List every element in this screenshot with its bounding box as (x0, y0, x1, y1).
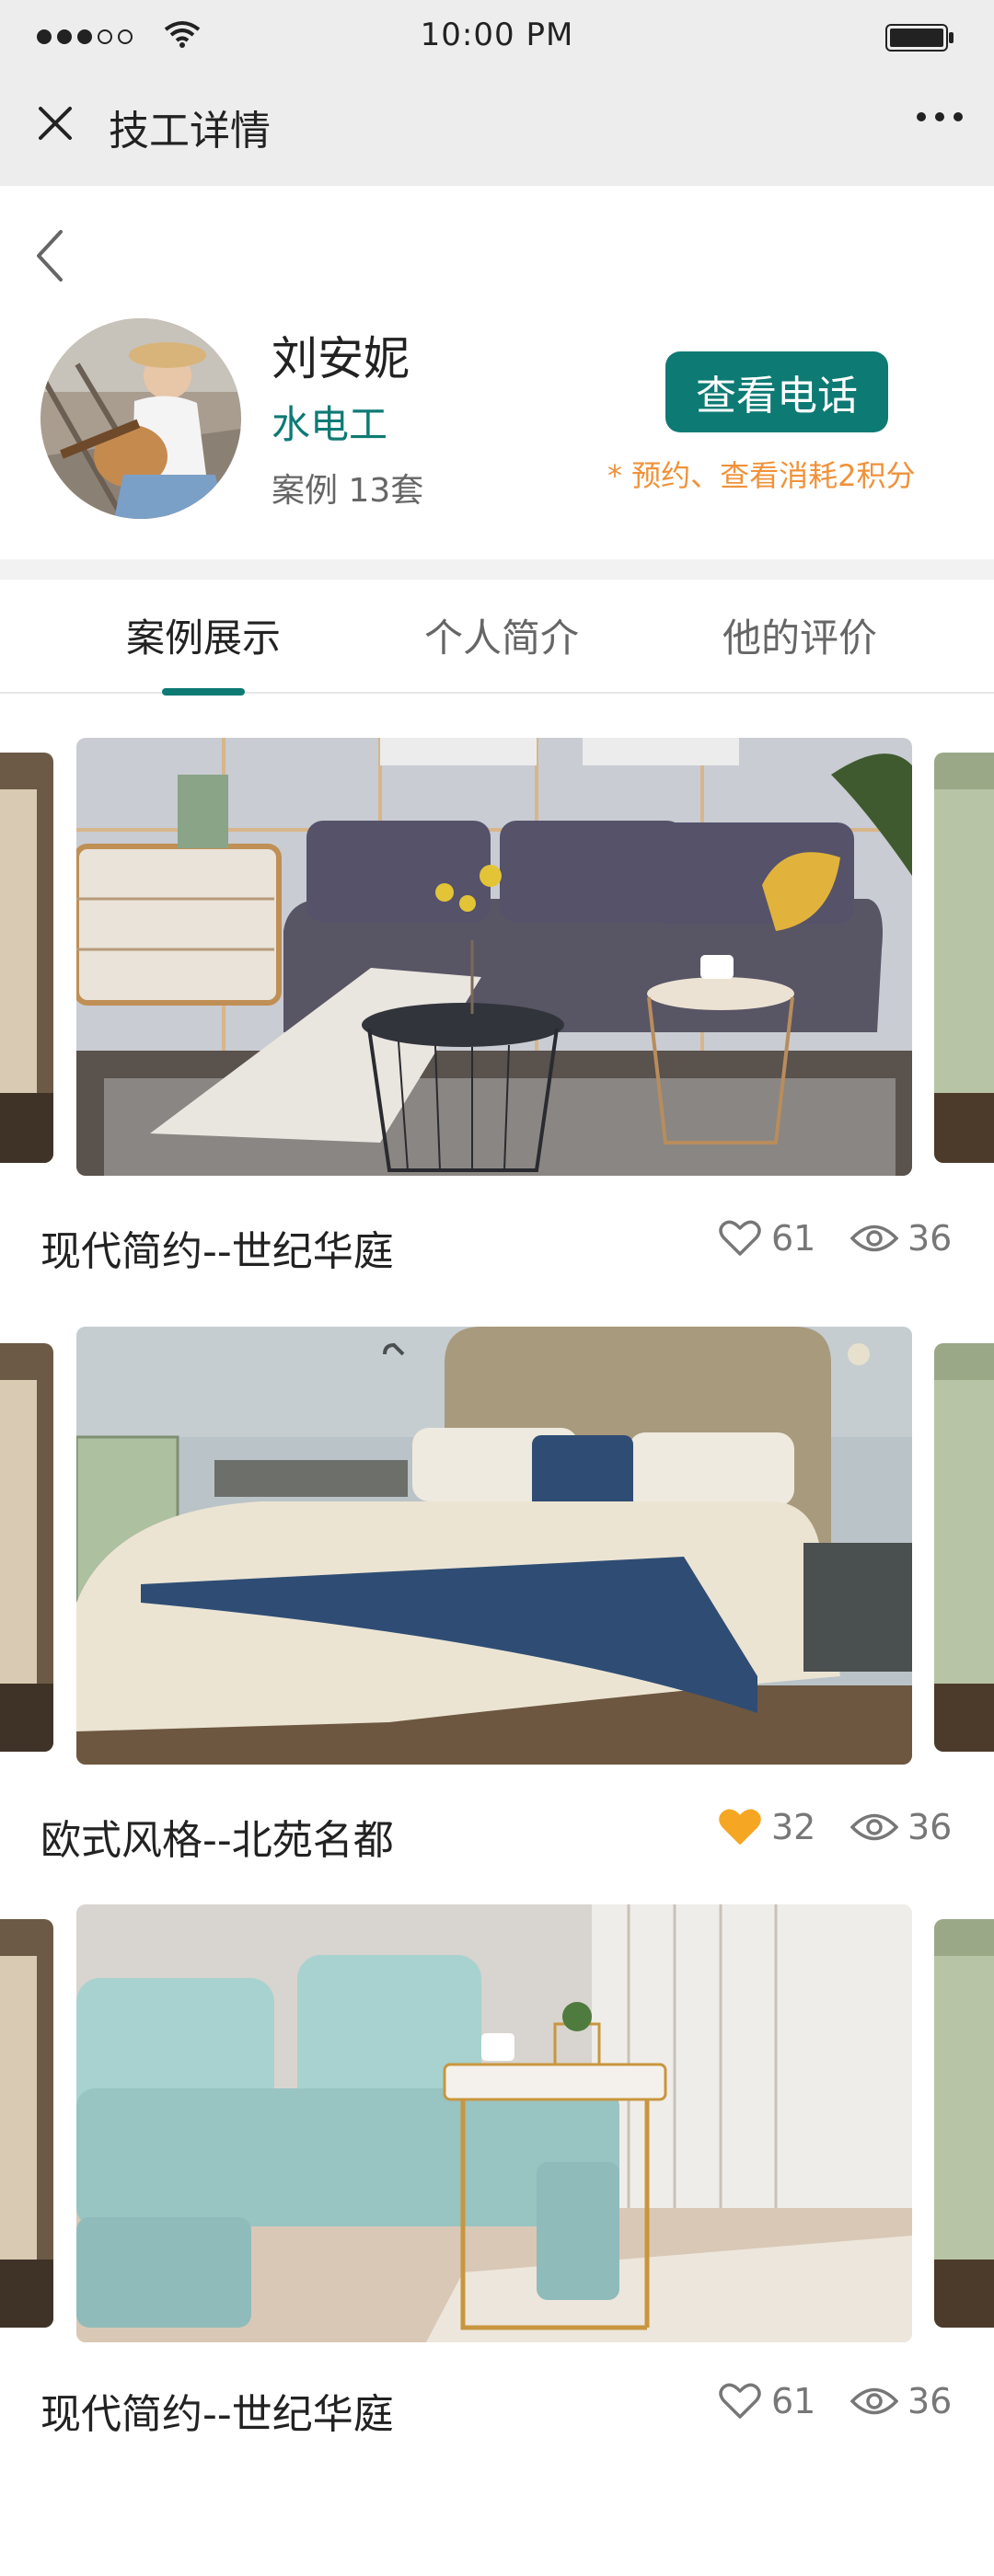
view-count-value: 36 (907, 2381, 953, 2421)
phone-cost-note: * 预约、查看消耗2积分 (607, 458, 916, 493)
more-icon[interactable] (915, 110, 965, 123)
technician-role: 水电工 (272, 402, 388, 447)
case-count: 案例 13套 (272, 464, 423, 512)
tab-bar: 案例展示 个人简介 他的评价 (0, 580, 994, 696)
view-count-value: 36 (907, 1218, 953, 1259)
eye-icon (850, 2387, 898, 2415)
case-image[interactable] (76, 1327, 912, 1765)
like-count[interactable]: 61 (718, 1218, 815, 1259)
tab-profile[interactable]: 个人简介 (382, 607, 621, 663)
back-icon[interactable] (33, 228, 66, 283)
like-count-value: 61 (771, 2381, 816, 2421)
like-count-value: 32 (771, 1807, 816, 1847)
view-count: 36 (850, 1218, 952, 1259)
heart-outline-icon (719, 2383, 761, 2419)
carousel-next-image[interactable] (934, 1343, 994, 1752)
carousel-next-image[interactable] (934, 1919, 994, 2328)
eye-icon (850, 1813, 898, 1841)
case-image[interactable] (76, 738, 912, 1176)
heart-filled-icon (719, 1809, 761, 1845)
like-count[interactable]: 61 (718, 2381, 815, 2421)
view-count-value: 36 (907, 1807, 953, 1847)
view-count: 36 (850, 2381, 952, 2421)
heart-outline-icon (719, 1220, 761, 1256)
tab-cases[interactable]: 案例展示 (84, 607, 323, 663)
case-count-label: 案例 (272, 472, 339, 510)
battery-icon (885, 24, 954, 52)
technician-name: 刘安妮 (272, 332, 410, 385)
case-title: 欧式风格--北苑名都 (40, 1817, 394, 1864)
eye-icon (850, 1225, 898, 1252)
nav-bar: 技工详情 (0, 74, 994, 186)
status-bar: 10:00 PM (0, 0, 994, 74)
close-icon[interactable] (33, 101, 77, 145)
carousel-prev-image[interactable] (0, 1919, 53, 2328)
carousel-prev-image[interactable] (0, 1343, 53, 1752)
page-title: 技工详情 (109, 108, 271, 155)
avatar (40, 318, 241, 519)
carousel-next-image[interactable] (934, 753, 994, 1163)
view-phone-button[interactable]: 查看电话 (665, 351, 888, 432)
case-image[interactable] (76, 1904, 912, 2342)
view-count: 36 (850, 1807, 952, 1847)
tab-reviews[interactable]: 他的评价 (680, 607, 919, 663)
like-count-value: 61 (771, 1218, 816, 1259)
case-title: 现代简约--世纪华庭 (40, 2391, 394, 2438)
section-divider (0, 559, 994, 580)
case-title: 现代简约--世纪华庭 (40, 1228, 394, 1275)
status-time: 10:00 PM (420, 17, 574, 53)
active-tab-indicator (162, 688, 245, 696)
case-count-value: 13套 (348, 472, 424, 510)
like-count[interactable]: 32 (718, 1807, 815, 1847)
carousel-prev-image[interactable] (0, 753, 53, 1163)
